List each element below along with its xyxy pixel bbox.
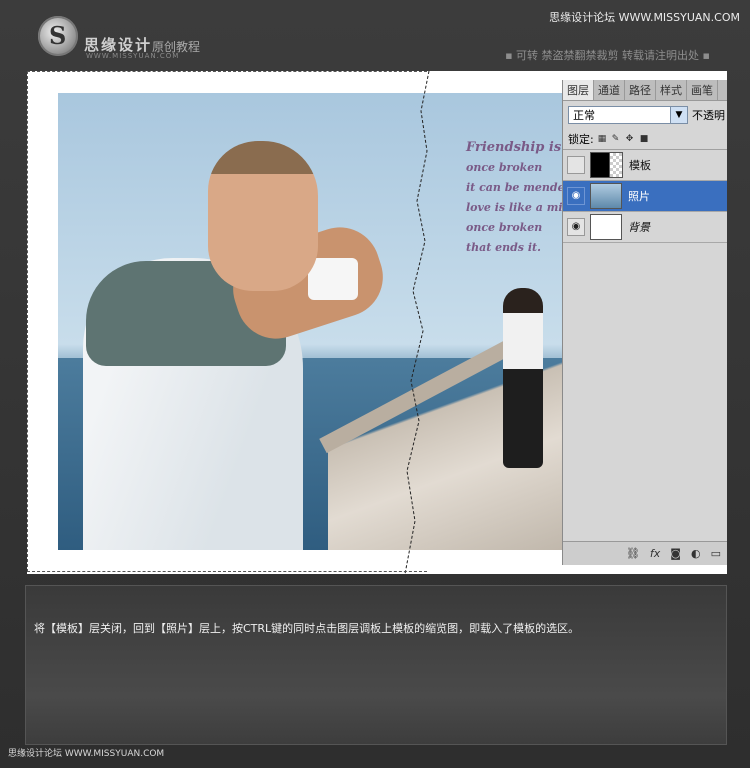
site-header: S 思缘设计 原创教程 WWW.MISSYUAN.COM 思缘设计论坛 WWW.… [0, 0, 750, 70]
lock-brush-icon[interactable]: ✎ [612, 134, 622, 144]
adjustment-icon[interactable]: ◐ [691, 547, 701, 560]
poem-line: once broken [466, 161, 543, 174]
layer-name: 模板 [629, 159, 651, 172]
layer-thumbnail[interactable] [590, 152, 609, 178]
eye-icon[interactable]: ◉ [567, 187, 585, 205]
selection-border [27, 71, 427, 572]
link-icon[interactable]: ⛓ [626, 547, 640, 560]
blend-mode-value: 正常 [573, 109, 595, 122]
panel-tabs: 图层 通道 路径 样式 画笔 [563, 80, 727, 101]
layer-row-template[interactable]: ● 模板 [563, 150, 727, 181]
mask-icon[interactable]: ◙ [670, 547, 681, 560]
poem-line: Friendship is lit [466, 140, 565, 155]
opacity-label: 不透明 [692, 109, 725, 122]
forum-link[interactable]: 思缘设计论坛 WWW.MISSYUAN.COM [549, 9, 740, 25]
fx-icon[interactable]: fx [650, 547, 660, 560]
lock-row: 锁定: ▦ ✎ ✥ ■ [563, 129, 727, 150]
blend-row: 正常 ▼ 不透明 [563, 101, 727, 129]
tab-styles[interactable]: 样式 [656, 80, 687, 100]
lock-label: 锁定: [568, 133, 594, 146]
tab-paths[interactable]: 路径 [625, 80, 656, 100]
poem-text: Friendship is lit once broken it can be … [466, 138, 565, 258]
layer-thumbnail[interactable] [590, 183, 622, 209]
eye-icon[interactable]: ◉ [567, 218, 585, 236]
poem-line: that ends it. [466, 241, 541, 254]
layer-name: 背景 [628, 221, 650, 234]
layer-mask-thumbnail[interactable] [609, 152, 623, 178]
caption-box: 将【模板】层关闭，回到【照片】层上，按CTRL键的同时点击图层调板上模板的缩览图… [25, 585, 727, 745]
poem-line: it can be mende [466, 181, 565, 194]
tab-brushes[interactable]: 画笔 [687, 80, 718, 100]
poem-line: once broken [466, 221, 543, 234]
layer-row-background[interactable]: ◉ 背景 [563, 212, 727, 243]
layer-row-photo[interactable]: ◉ 照片 [563, 181, 727, 212]
blend-mode-select[interactable]: 正常 ▼ [568, 106, 688, 124]
tab-layers[interactable]: 图层 [563, 80, 594, 100]
copyright-notice: ▪ 可转 禁盗禁翻禁裁剪 转载请注明出处 ▪ [505, 49, 710, 62]
caption-text: 将【模板】层关闭，回到【照片】层上，按CTRL键的同时点击图层调板上模板的缩览图… [34, 622, 580, 635]
layer-name: 照片 [628, 190, 650, 203]
layer-thumbnail[interactable] [590, 214, 622, 240]
chevron-down-icon[interactable]: ▼ [670, 107, 687, 123]
visibility-off-icon[interactable]: ● [567, 156, 585, 174]
woman-figure [503, 288, 543, 468]
logo-url: WWW.MISSYUAN.COM [86, 52, 180, 60]
poem-line: love is like a mi [466, 201, 563, 214]
tab-channels[interactable]: 通道 [594, 80, 625, 100]
lock-all-icon[interactable]: ■ [640, 134, 650, 144]
lock-transparency-icon[interactable]: ▦ [598, 134, 608, 144]
lock-move-icon[interactable]: ✥ [626, 134, 636, 144]
panel-footer: ⛓ fx ◙ ◐ ▭ [563, 541, 727, 565]
layers-panel: 图层 通道 路径 样式 画笔 正常 ▼ 不透明 锁定: ▦ ✎ ✥ ■ ● 模板… [562, 80, 727, 565]
new-layer-icon[interactable]: ▭ [711, 547, 721, 560]
footer-text[interactable]: 思缘设计论坛 WWW.MISSYUAN.COM [8, 746, 164, 759]
logo-swirl-icon: S [49, 21, 67, 50]
